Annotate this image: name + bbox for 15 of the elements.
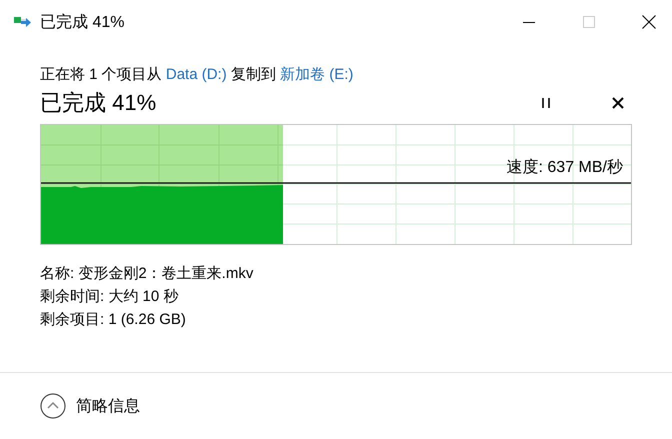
- close-icon: [642, 15, 656, 29]
- copy-icon: [14, 16, 32, 28]
- less-details-button[interactable]: 简略信息: [40, 393, 140, 419]
- drive-link[interactable]: 新加卷 (E:): [280, 66, 354, 83]
- drive-link[interactable]: Data (D:): [166, 66, 227, 83]
- cancel-icon: [612, 97, 624, 109]
- detail-text: 剩余时间: 大约 10 秒: [40, 287, 180, 307]
- detail-text: 名称: 变形金刚2：卷土重来.mkv: [40, 264, 254, 284]
- detail-text: 剩余项目: 1 (6.26 GB): [40, 310, 187, 330]
- progress-heading: 已完成 41%: [40, 89, 156, 117]
- speed-label: 速度: 637 MB/秒: [506, 158, 623, 178]
- window-title: 已完成 41%: [40, 12, 124, 32]
- copy-description: 正在将 1 个项目从 Data (D:) 复制到 新加卷 (E:): [40, 65, 354, 85]
- pause-icon: [541, 97, 551, 109]
- maximize-icon: [583, 16, 595, 28]
